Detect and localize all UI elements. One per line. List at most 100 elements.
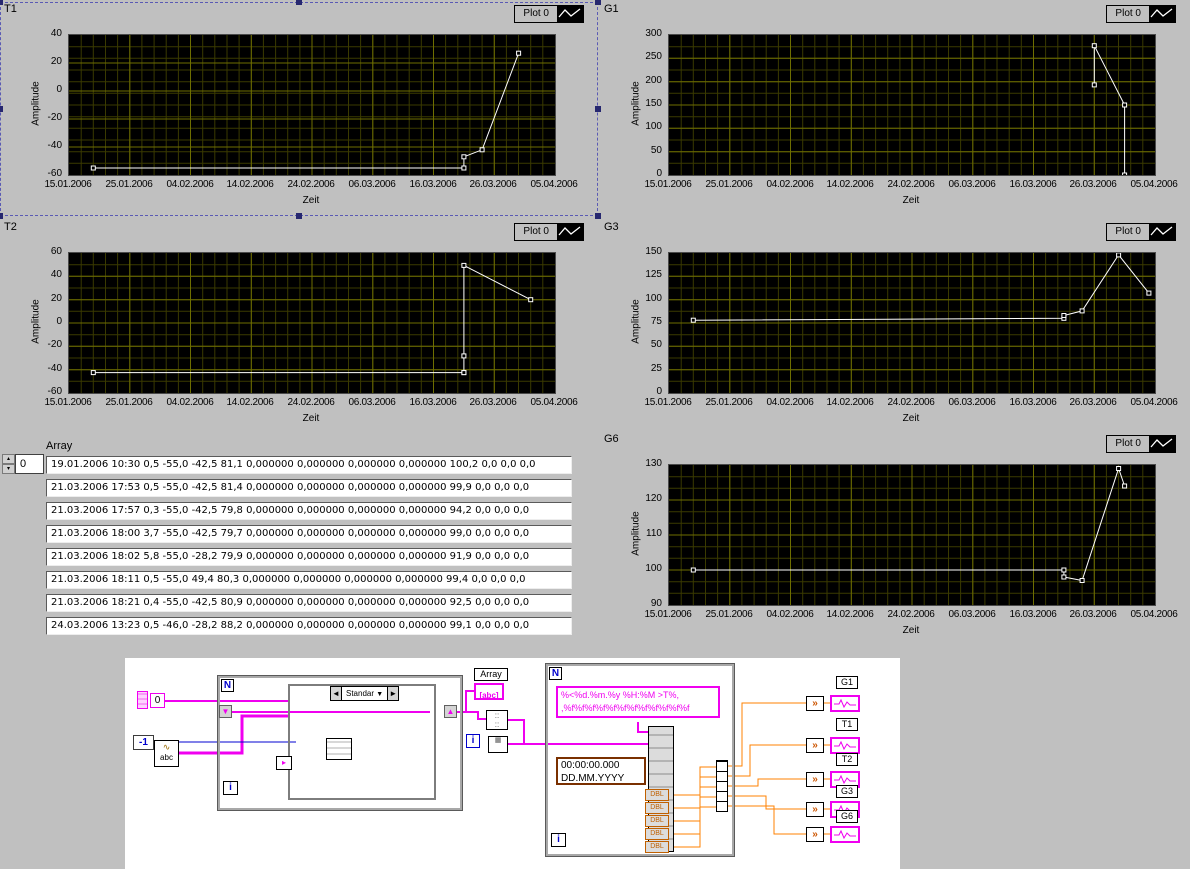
chart-plot-area bbox=[668, 252, 1156, 394]
format-string-constant[interactable]: %<%d.%m.%y %H:%M >T%, ,%f%f%f%f%f%f%f%f%… bbox=[556, 686, 720, 718]
selection-handle[interactable] bbox=[0, 213, 3, 219]
array-indicator-label[interactable]: Array bbox=[474, 668, 508, 681]
plot-sample-icon bbox=[1149, 436, 1175, 452]
chart-panel-g1[interactable]: G1 Plot 0 Amplitude 300 250 200 150 100 50 0 1… bbox=[600, 2, 1190, 216]
selection-handle[interactable] bbox=[0, 0, 3, 5]
y-tick: -20 bbox=[47, 112, 62, 123]
array-row[interactable]: 21.03.2006 18:11 0,5 -55,0 49,4 80,3 0,0… bbox=[46, 571, 572, 589]
chart-panel-t2[interactable]: T2 Plot 0 Amplitude 60 40 20 0 -20 -40 -60 15.… bbox=[0, 220, 598, 434]
array-row[interactable]: 24.03.2006 13:23 0,5 -46,0 -28,2 88,2 0,… bbox=[46, 617, 572, 635]
y-tick: 40 bbox=[50, 269, 62, 280]
array-index-control[interactable]: ▴ ▾ 0 bbox=[2, 454, 44, 474]
loop1-iteration-terminal[interactable]: i bbox=[223, 781, 238, 795]
conversion-icon[interactable]: » bbox=[806, 802, 824, 817]
plot-legend[interactable]: Plot 0 bbox=[1106, 435, 1176, 453]
selection-handle[interactable] bbox=[0, 106, 3, 112]
string-function-icon[interactable] bbox=[326, 738, 352, 760]
plot-legend[interactable]: Plot 0 bbox=[514, 223, 584, 241]
index-decrement-button[interactable]: ▾ bbox=[2, 464, 15, 474]
shift-register-down-icon[interactable]: ▼ bbox=[219, 705, 232, 718]
y-tick: 50 bbox=[650, 339, 662, 350]
plot-legend[interactable]: Plot 0 bbox=[514, 5, 584, 23]
x-axis-label: Zeit bbox=[902, 195, 920, 206]
plot-legend[interactable]: Plot 0 bbox=[1106, 5, 1176, 23]
index-array-icon[interactable]: :::: bbox=[486, 710, 508, 730]
array-row[interactable]: 21.03.2006 17:57 0,3 -55,0 -42,5 79,8 0,… bbox=[46, 502, 572, 520]
x-tick: 26.03.2006 bbox=[469, 397, 517, 408]
loop2-count-terminal[interactable]: N bbox=[549, 667, 562, 680]
selection-handle[interactable] bbox=[595, 213, 601, 219]
chart-panel-g3[interactable]: G3 Plot 0 Amplitude 150 125 100 75 50 25 0 15.… bbox=[600, 220, 1190, 434]
case-prev-button[interactable]: ◄ bbox=[330, 686, 342, 701]
numeric-constant-neg1[interactable]: -1 bbox=[133, 735, 154, 750]
conversion-icon[interactable]: » bbox=[806, 738, 824, 753]
selection-handle[interactable] bbox=[595, 0, 601, 5]
array-function-icon[interactable]: ▦ bbox=[488, 736, 508, 753]
y-tick: -20 bbox=[47, 339, 62, 350]
index-increment-button[interactable]: ▴ bbox=[2, 454, 15, 464]
y-tick: 25 bbox=[650, 363, 662, 374]
i-terminal[interactable]: i bbox=[466, 734, 480, 748]
chart-terminal-label-g1[interactable]: G1 bbox=[836, 676, 858, 689]
conversion-icon[interactable]: » bbox=[806, 827, 824, 842]
x-tick: 24.02.2006 bbox=[887, 609, 935, 620]
array-row[interactable]: 21.03.2006 18:00 3,7 -55,0 -42,5 79,7 0,… bbox=[46, 525, 572, 543]
waveform-glyph: ∿ bbox=[162, 742, 171, 752]
chart-terminal-g6[interactable] bbox=[830, 826, 860, 843]
x-tick: 06.03.2006 bbox=[948, 609, 996, 620]
array-index-node[interactable] bbox=[716, 760, 728, 812]
selection-handle[interactable] bbox=[296, 213, 302, 219]
x-tick: 16.03.2006 bbox=[1009, 397, 1057, 408]
chart-terminal-label-t2[interactable]: T2 bbox=[836, 753, 858, 766]
array-indicator-terminal[interactable]: [abc] bbox=[474, 683, 504, 700]
x-tick: 15.01.2006 bbox=[644, 609, 692, 620]
x-tick: 05.04.2006 bbox=[1130, 609, 1178, 620]
array-label: Array bbox=[46, 440, 73, 452]
case-structure[interactable] bbox=[288, 684, 436, 800]
x-tick: 04.02.2006 bbox=[166, 179, 214, 190]
x-tick: 25.01.2006 bbox=[705, 609, 753, 620]
y-tick: -40 bbox=[47, 363, 62, 374]
format-into-string-icon[interactable]: ∿ abc bbox=[154, 740, 179, 767]
y-tick: 0 bbox=[656, 386, 662, 397]
x-tick: 15.01.2006 bbox=[44, 397, 92, 408]
x-tick: 25.01.2006 bbox=[705, 397, 753, 408]
y-tick: 100 bbox=[645, 121, 662, 132]
array-row[interactable]: 21.03.2006 17:53 0,5 -55,0 -42,5 81,4 0,… bbox=[46, 479, 572, 497]
x-tick: 05.04.2006 bbox=[1130, 179, 1178, 190]
x-tick: 26.03.2006 bbox=[1069, 609, 1117, 620]
x-tick: 25.01.2006 bbox=[105, 179, 153, 190]
chart-terminal-g1[interactable] bbox=[830, 695, 860, 712]
array-row[interactable]: 19.01.2006 10:30 0,5 -55,0 -42,5 81,1 0,… bbox=[46, 456, 572, 474]
string-icon[interactable] bbox=[137, 691, 148, 709]
numeric-constant-zero[interactable]: 0 bbox=[150, 693, 165, 708]
x-tick: 16.03.2006 bbox=[409, 179, 457, 190]
loop1-count-terminal[interactable]: N bbox=[221, 679, 234, 692]
chart-terminal-label-t1[interactable]: T1 bbox=[836, 718, 858, 731]
shift-register-up-icon[interactable]: ▲ bbox=[444, 705, 457, 718]
conversion-icon[interactable]: » bbox=[806, 696, 824, 711]
x-tick: 24.02.2006 bbox=[887, 397, 935, 408]
plot-sample-icon bbox=[1149, 6, 1175, 22]
array-row[interactable]: 21.03.2006 18:21 0,4 -55,0 -42,5 80,9 0,… bbox=[46, 594, 572, 612]
chart-panel-g6[interactable]: G6 Plot 0 Amplitude 130 120 110 100 90 15.01… bbox=[600, 432, 1190, 646]
conversion-icon[interactable]: » bbox=[806, 772, 824, 787]
timestamp-constant[interactable]: 00:00:00.000 DD.MM.YYYY bbox=[556, 757, 646, 785]
chart-panel-t1[interactable]: T1 Plot 0 Amplitude 40 20 0 -20 -40 -60 15.01… bbox=[0, 0, 601, 219]
array-row[interactable]: 21.03.2006 18:02 5,8 -55,0 -28,2 79,9 0,… bbox=[46, 548, 572, 566]
x-tick: 15.01.2006 bbox=[644, 179, 692, 190]
plot-legend[interactable]: Plot 0 bbox=[1106, 223, 1176, 241]
chart-terminal-label-g6[interactable]: G6 bbox=[836, 810, 858, 823]
loop2-iteration-terminal[interactable]: i bbox=[551, 833, 566, 847]
unbundle-icon[interactable]: ▸ bbox=[276, 756, 292, 770]
chart-terminal-label-g3[interactable]: G3 bbox=[836, 785, 858, 798]
x-tick: 16.03.2006 bbox=[409, 397, 457, 408]
case-next-button[interactable]: ► bbox=[387, 686, 400, 701]
y-tick: 150 bbox=[645, 98, 662, 109]
case-selector[interactable]: ◄ Standar ▼ ► bbox=[330, 686, 400, 701]
selection-handle[interactable] bbox=[595, 106, 601, 112]
chart-terminal-t1[interactable] bbox=[830, 737, 860, 754]
array-index-value[interactable]: 0 bbox=[15, 454, 44, 474]
selection-handle[interactable] bbox=[296, 0, 302, 5]
y-tick: 75 bbox=[650, 316, 662, 327]
